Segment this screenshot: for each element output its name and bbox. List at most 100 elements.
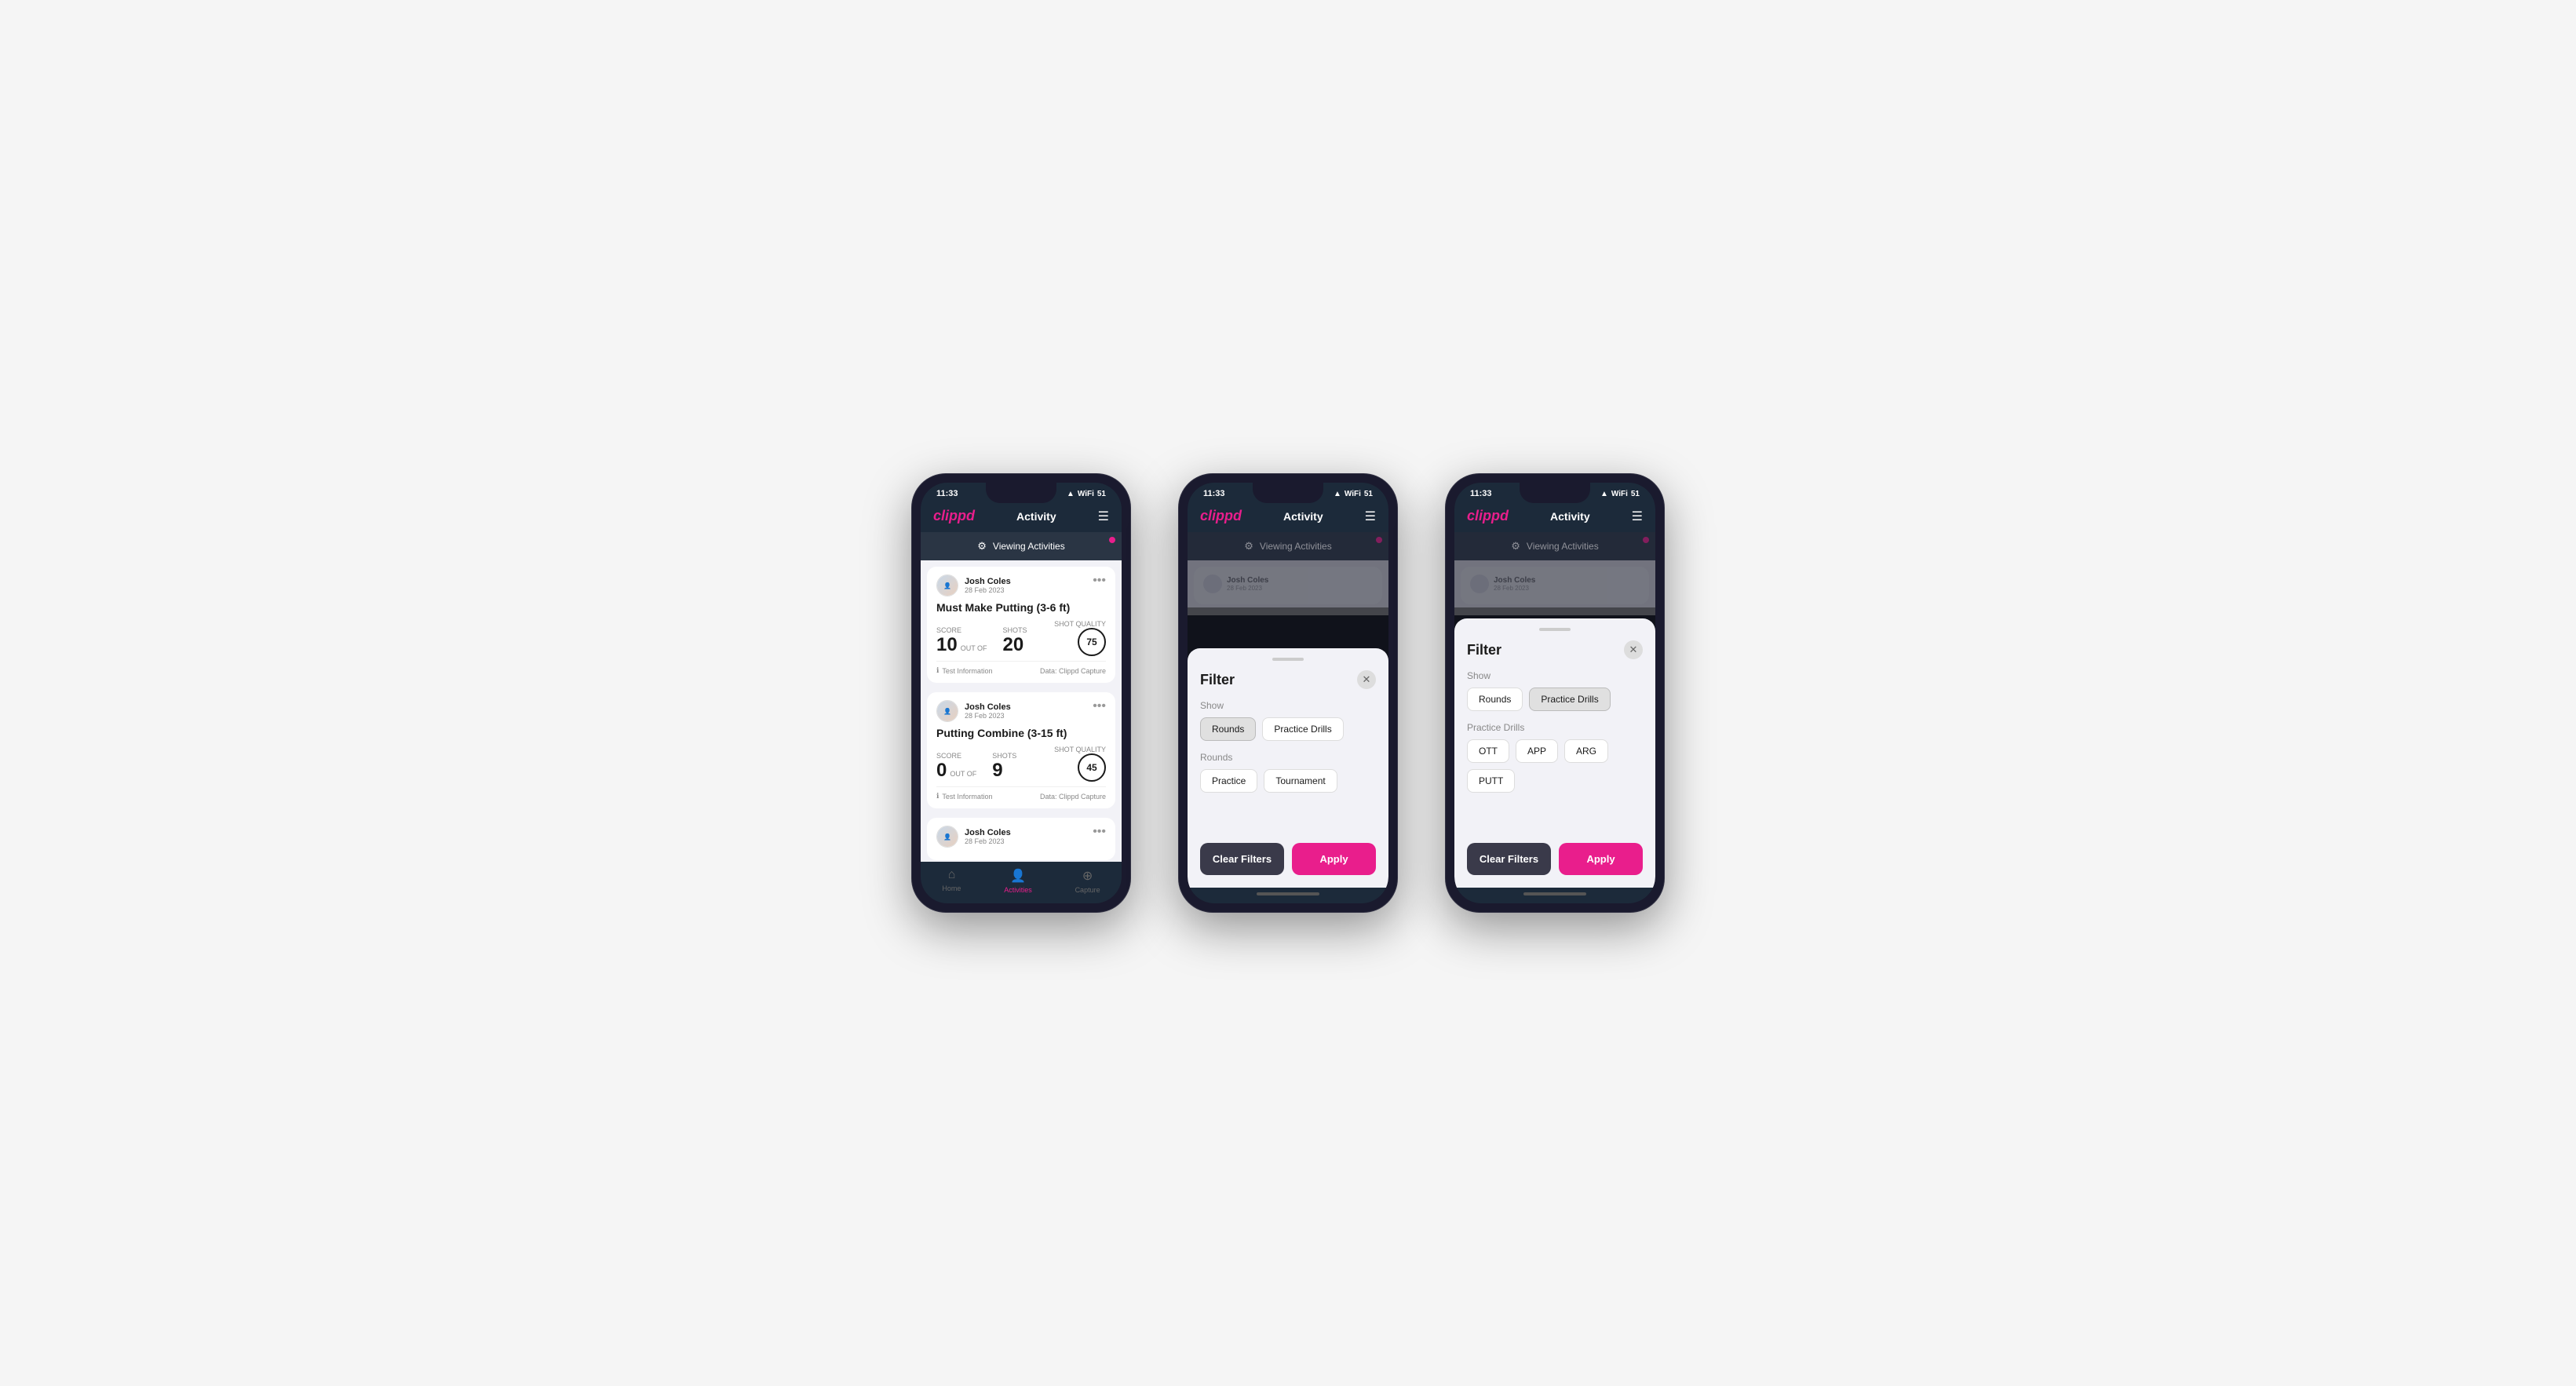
phone3-filter-overlay: Filter ✕ Show Rounds Practice Drills (1454, 607, 1655, 888)
phone2-filter-icon: ⚙ (1244, 540, 1253, 553)
phone2-tournament-btn[interactable]: Tournament (1264, 769, 1337, 793)
phone2-practice-btn[interactable]: Practice (1200, 769, 1257, 793)
phone2-apply-btn[interactable]: Apply (1292, 843, 1376, 875)
phone2-viewing-label: Viewing Activities (1260, 541, 1332, 552)
menu-button[interactable]: ☰ (1098, 509, 1109, 524)
more-options-1[interactable]: ••• (1093, 574, 1106, 587)
stats-container-2: Score 0 OUT OF Shots 9 (936, 746, 1106, 782)
score-label-1: Score (936, 626, 987, 634)
phone2-modal-header: Filter ✕ (1200, 670, 1376, 689)
avatar-1: 👤 (936, 574, 958, 596)
phone3-show-buttons: Rounds Practice Drills (1467, 688, 1643, 711)
user-details-3: Josh Coles 28 Feb 2023 (965, 828, 1011, 845)
phone2-modal-footer: Clear Filters Apply (1200, 843, 1376, 875)
card-header-2: 👤 Josh Coles 28 Feb 2023 ••• (936, 700, 1106, 722)
phone3-modal-footer: Clear Filters Apply (1467, 843, 1643, 875)
card-footer-1: ℹ Test Information Data: Clippd Capture (936, 661, 1106, 675)
phone3-app-logo: clippd (1467, 508, 1509, 524)
phone2-filter-overlay: Filter ✕ Show Rounds Practice Drills (1188, 607, 1388, 888)
phone3-modal-area: Josh Coles 28 Feb 2023 Filter (1454, 560, 1655, 888)
phone3-apply-btn[interactable]: Apply (1559, 843, 1643, 875)
test-info-label-2: Test Information (942, 793, 992, 801)
phone2-header-title: Activity (1283, 510, 1323, 523)
phone-3-wrapper: 11:33 ▲ WiFi 51 clippd Activity ☰ ⚙ (1454, 483, 1655, 903)
user-name-2: Josh Coles (965, 702, 1011, 712)
nav-capture[interactable]: ⊕ Capture (1075, 868, 1100, 894)
status-time: 11:33 (936, 489, 958, 498)
wifi-icon: WiFi (1078, 490, 1094, 498)
score-label-2: Score (936, 752, 976, 760)
shot-quality-badge-2: 45 (1078, 753, 1106, 782)
activities-label: Activities (1004, 886, 1032, 894)
phone3-battery-icon: 51 (1631, 490, 1640, 498)
phone3-drag-handle (1539, 628, 1571, 631)
phone2-show-section: Show Rounds Practice Drills (1200, 700, 1376, 741)
stats-left-2: Score 0 OUT OF Shots 9 (936, 752, 1016, 782)
phone2-rounds-section: Rounds Practice Tournament (1200, 752, 1376, 793)
phone2-clear-filters-btn[interactable]: Clear Filters (1200, 843, 1284, 875)
phone3-modal-title: Filter (1467, 642, 1501, 658)
shots-label-2: Shots (992, 752, 1016, 760)
phone2-practice-drills-btn[interactable]: Practice Drills (1262, 717, 1343, 741)
phone3-clear-filters-btn[interactable]: Clear Filters (1467, 843, 1551, 875)
filter-icon: ⚙ (977, 540, 987, 553)
score-group-2: Score 0 OUT OF (936, 752, 976, 782)
test-info-1: ℹ Test Information (936, 666, 992, 675)
phone3-close-button[interactable]: ✕ (1624, 640, 1643, 659)
phone2-status-icons: ▲ WiFi 51 (1334, 490, 1373, 498)
test-info-label-1: Test Information (942, 667, 992, 675)
more-options-2[interactable]: ••• (1093, 700, 1106, 713)
phone2-bottom-bar (1188, 888, 1388, 903)
phone2-home-indicator (1257, 892, 1319, 895)
phone3-ott-btn[interactable]: OTT (1467, 739, 1509, 763)
phone2-wifi-icon: WiFi (1345, 490, 1361, 498)
bottom-nav: ⌂ Home 👤 Activities ⊕ Capture (921, 862, 1122, 903)
nav-activities[interactable]: 👤 Activities (1004, 868, 1032, 894)
activity-title-1: Must Make Putting (3-6 ft) (936, 601, 1106, 614)
phones-container: 11:33 ▲ WiFi 51 clippd Activity ☰ ⚙ View… (911, 473, 1665, 913)
phone3-practice-drills-btn[interactable]: Practice Drills (1529, 688, 1610, 711)
card-footer-2: ℹ Test Information Data: Clippd Capture (936, 786, 1106, 801)
phone-3-screen: 11:33 ▲ WiFi 51 clippd Activity ☰ ⚙ (1454, 483, 1655, 903)
stats-left-1: Score 10 OUT OF Shots 20 (936, 626, 1027, 656)
phone3-filter-modal: Filter ✕ Show Rounds Practice Drills (1454, 618, 1655, 888)
phone2-rounds-buttons: Practice Tournament (1200, 769, 1376, 793)
phone3-menu-button[interactable]: ☰ (1632, 509, 1643, 524)
avatar-2: 👤 (936, 700, 958, 722)
phone3-red-dot (1643, 537, 1649, 543)
signal-icon: ▲ (1067, 490, 1075, 498)
shot-quality-label-2: Shot Quality (1054, 746, 1106, 753)
out-of-2: OUT OF (950, 770, 976, 778)
battery-icon: 51 (1097, 490, 1106, 498)
card-header-1: 👤 Josh Coles 28 Feb 2023 ••• (936, 574, 1106, 596)
phone2-app-logo: clippd (1200, 508, 1242, 524)
phone-2-screen: 11:33 ▲ WiFi 51 clippd Activity ☰ ⚙ (1188, 483, 1388, 903)
phone2-rounds-btn[interactable]: Rounds (1200, 717, 1256, 741)
phone3-rounds-btn[interactable]: Rounds (1467, 688, 1523, 711)
viewing-activities-label: Viewing Activities (993, 541, 1065, 552)
phone2-modal-area: Josh Coles 28 Feb 2023 Filter (1188, 560, 1388, 888)
phone3-app-btn[interactable]: APP (1516, 739, 1558, 763)
phone2-drag-handle (1272, 658, 1304, 661)
phone2-show-buttons: Rounds Practice Drills (1200, 717, 1376, 741)
phone-2: 11:33 ▲ WiFi 51 clippd Activity ☰ ⚙ (1178, 473, 1398, 913)
more-options-3[interactable]: ••• (1093, 826, 1106, 838)
phone-notch (986, 483, 1056, 503)
nav-home[interactable]: ⌂ Home (942, 868, 961, 894)
shot-quality-group-1: Shot Quality 75 (1054, 620, 1106, 656)
phone2-close-button[interactable]: ✕ (1357, 670, 1376, 689)
user-date-1: 28 Feb 2023 (965, 586, 1011, 594)
phone2-menu-button[interactable]: ☰ (1365, 509, 1376, 524)
card-header-3: 👤 Josh Coles 28 Feb 2023 ••• (936, 826, 1106, 848)
user-date-2: 28 Feb 2023 (965, 712, 1011, 720)
phone-2-notch (1253, 483, 1323, 503)
phone3-putt-btn[interactable]: PUTT (1467, 769, 1515, 793)
viewing-activities-banner[interactable]: ⚙ Viewing Activities (921, 532, 1122, 560)
avatar-image-2: 👤 (937, 701, 958, 721)
phone3-app-header: clippd Activity ☰ (1454, 502, 1655, 532)
info-icon-2: ℹ (936, 792, 939, 801)
notification-dot (1109, 537, 1115, 543)
score-group-1: Score 10 OUT OF (936, 626, 987, 656)
phone3-arg-btn[interactable]: ARG (1564, 739, 1608, 763)
phone3-show-label: Show (1467, 670, 1643, 681)
